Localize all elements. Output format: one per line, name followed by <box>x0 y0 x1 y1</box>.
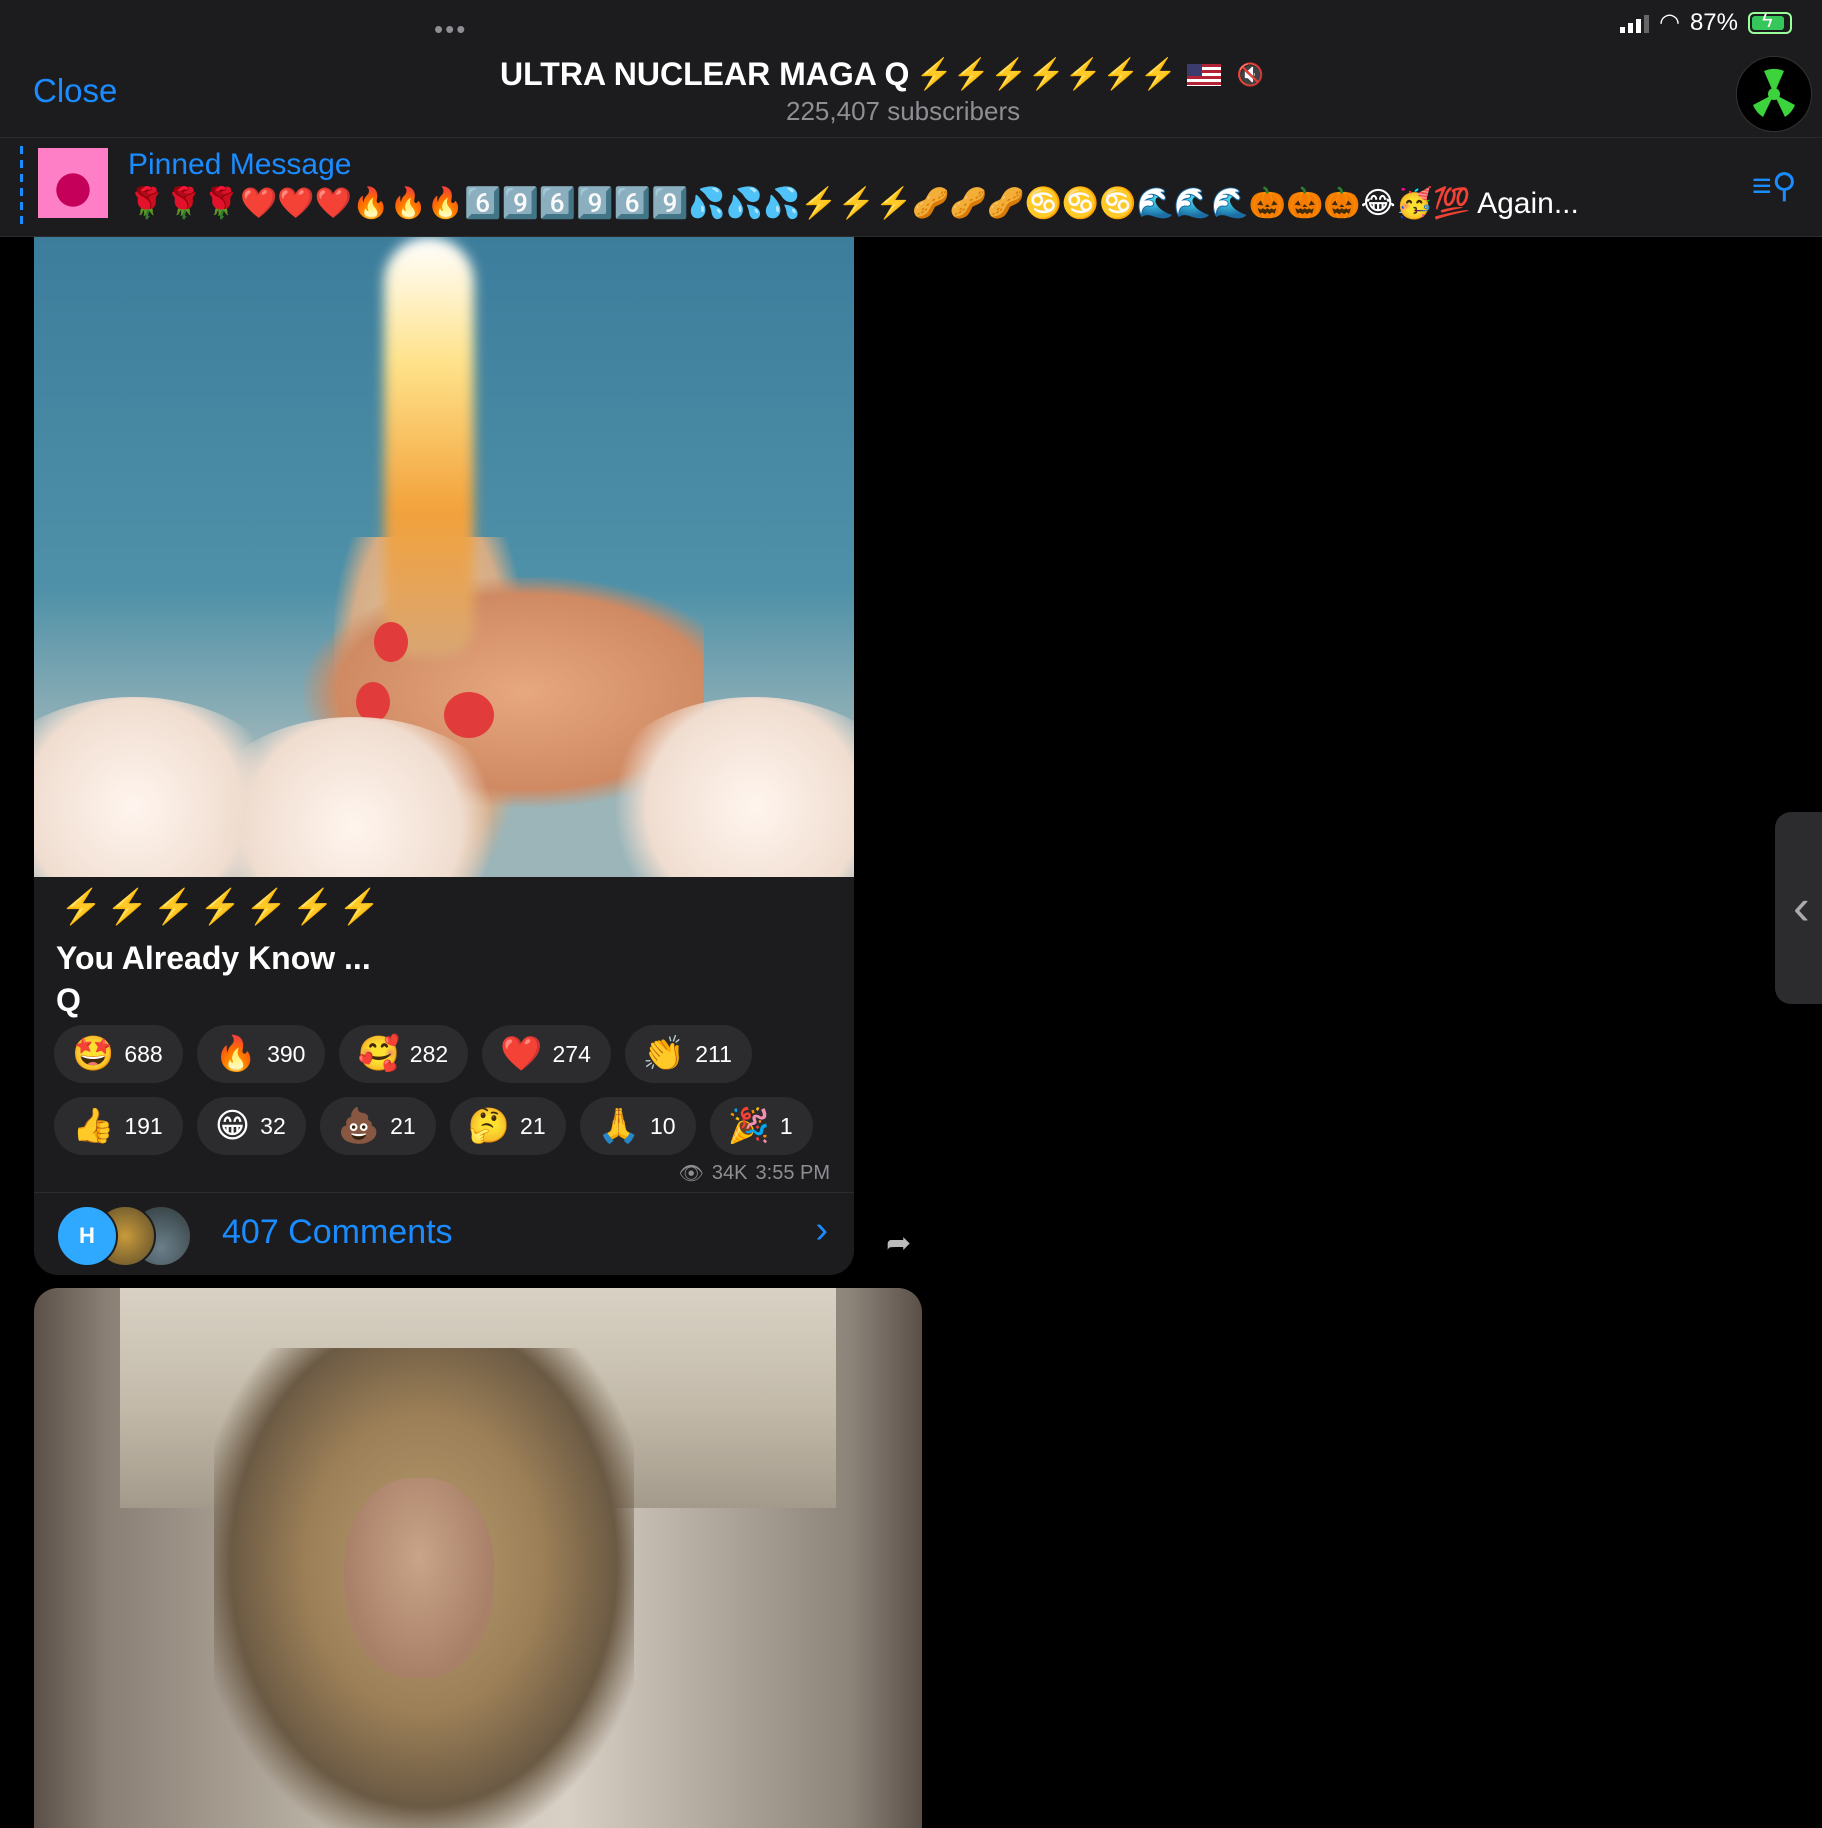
reactions-row-2: 👍 191 😁 32 💩 21 🤔 21 🙏 10 🎉 1 <box>54 1097 834 1155</box>
reaction-count: 32 <box>260 1112 286 1139</box>
thumbs-up-icon: 👍 <box>72 1107 115 1145</box>
avatar: H <box>56 1205 118 1267</box>
fire-icon: 🔥 <box>214 1035 258 1073</box>
reaction-smiling-hearts[interactable]: 🥰 282 <box>339 1025 469 1083</box>
chat-header: ••• ◠ 87% ϟ Close ULTRA NUCLEAR MAGA Q ⚡… <box>0 0 1822 138</box>
reaction-count: 1 <box>779 1112 793 1139</box>
channel-title-text: ULTRA NUCLEAR MAGA Q <box>500 56 910 92</box>
post-caption: You Already Know ... Q <box>56 940 371 1018</box>
reaction-thinking[interactable]: 🤔 21 <box>449 1097 566 1155</box>
share-forward-icon[interactable]: ➦ <box>886 1226 911 1261</box>
side-panel-handle[interactable]: ‹ <box>1775 812 1822 1004</box>
post-photo-rocket[interactable] <box>34 237 854 877</box>
heart-icon: ❤️ <box>500 1035 543 1073</box>
reaction-pray[interactable]: 🙏 10 <box>579 1097 696 1155</box>
grin-icon: 😁 <box>214 1107 251 1145</box>
post-time: 3:55 PM <box>755 1162 830 1184</box>
post-photo-video[interactable] <box>34 1288 922 1828</box>
post-meta: 👁 34K 3:55 PM <box>679 1161 830 1186</box>
reaction-fire[interactable]: 🔥 390 <box>196 1025 326 1083</box>
reaction-poop[interactable]: 💩 21 <box>319 1097 436 1155</box>
multitasking-dots-icon[interactable]: ••• <box>434 14 467 45</box>
comments-button[interactable]: H 407 Comments › <box>34 1192 854 1275</box>
us-flag-icon <box>1186 63 1221 86</box>
reaction-clap[interactable]: 👏 211 <box>624 1025 752 1083</box>
reactions-row-1: 🤩 688 🔥 390 🥰 282 ❤️ 274 👏 211 <box>54 1025 834 1083</box>
caption-emojis: ⚡️⚡️⚡️⚡️⚡️⚡️⚡️ <box>60 888 385 926</box>
reactions: 🤩 688 🔥 390 🥰 282 ❤️ 274 👏 211 👍 191 😁 32 💩 21 🤔… <box>54 1025 834 1169</box>
reaction-count: 390 <box>267 1040 306 1067</box>
comments-label: 407 Comments <box>222 1213 453 1251</box>
cellular-signal-icon <box>1620 13 1649 33</box>
reaction-star-struck[interactable]: 🤩 688 <box>54 1025 183 1083</box>
close-button[interactable]: Close <box>33 72 117 110</box>
pinned-message-bar[interactable]: Pinned Message 🌹🌹🌹❤️❤️❤️🔥🔥🔥6️⃣9️⃣6️⃣9️⃣6… <box>0 138 1822 237</box>
channel-avatar[interactable] <box>1736 56 1812 132</box>
battery-icon: ϟ <box>1748 10 1792 34</box>
reaction-heart[interactable]: ❤️ 274 <box>482 1025 611 1083</box>
party-popper-icon: 🎉 <box>727 1107 770 1145</box>
clap-icon: 👏 <box>642 1035 686 1073</box>
pray-icon: 🙏 <box>597 1107 640 1145</box>
reaction-grin[interactable]: 😁 32 <box>196 1097 306 1155</box>
subscriber-count: 225,407 subscribers <box>786 96 1021 126</box>
muted-speaker-icon: 🔇 <box>1236 61 1265 87</box>
pinned-text: 🌹🌹🌹❤️❤️❤️🔥🔥🔥6️⃣9️⃣6️⃣9️⃣6️⃣9️⃣💦💦💦⚡️⚡️⚡️🥜… <box>128 187 1579 220</box>
wifi-icon: ◠ <box>1659 9 1680 36</box>
reaction-count: 211 <box>695 1040 732 1067</box>
smiling-hearts-icon: 🥰 <box>357 1035 400 1073</box>
view-count: 34K <box>711 1162 748 1184</box>
reaction-count: 21 <box>390 1112 416 1139</box>
chevron-left-icon: ‹ <box>1793 879 1810 935</box>
pinned-label: Pinned Message <box>128 148 352 181</box>
eye-icon: 👁 <box>678 1163 704 1185</box>
reaction-thumbs-up[interactable]: 👍 191 <box>54 1097 183 1155</box>
reaction-count: 274 <box>552 1040 591 1067</box>
commenter-avatars: H <box>56 1205 206 1267</box>
reaction-count: 21 <box>520 1112 546 1139</box>
poop-icon: 💩 <box>337 1107 381 1145</box>
pinned-thumbnail <box>38 148 108 218</box>
reaction-count: 688 <box>124 1040 163 1067</box>
title-emojis: ⚡️⚡️⚡️⚡️⚡️⚡️⚡️ <box>915 58 1177 91</box>
reaction-party[interactable]: 🎉 1 <box>709 1097 813 1155</box>
reaction-count: 191 <box>124 1112 163 1139</box>
message-bubble[interactable] <box>34 1288 922 1828</box>
star-struck-icon: 🤩 <box>72 1035 115 1073</box>
pinned-list-icon[interactable]: ≡⚲ <box>1752 166 1797 206</box>
radiation-logo-icon <box>1737 57 1811 131</box>
reaction-count: 282 <box>409 1040 449 1067</box>
message-bubble[interactable]: ⚡️⚡️⚡️⚡️⚡️⚡️⚡️ You Already Know ... Q 🤩 6… <box>34 237 854 1275</box>
channel-title-wrap[interactable]: ULTRA NUCLEAR MAGA Q ⚡️⚡️⚡️⚡️⚡️⚡️⚡️ 🔇 <box>500 56 1340 93</box>
status-bar: ◠ 87% ϟ <box>1620 8 1792 37</box>
chevron-right-icon: › <box>815 1209 828 1251</box>
reaction-count: 10 <box>649 1112 676 1139</box>
battery-percent: 87% <box>1689 8 1738 36</box>
thinking-icon: 🤔 <box>467 1107 511 1145</box>
channel-title: ULTRA NUCLEAR MAGA Q ⚡️⚡️⚡️⚡️⚡️⚡️⚡️ 🔇 <box>500 56 1340 93</box>
pinned-indicator <box>20 146 23 228</box>
